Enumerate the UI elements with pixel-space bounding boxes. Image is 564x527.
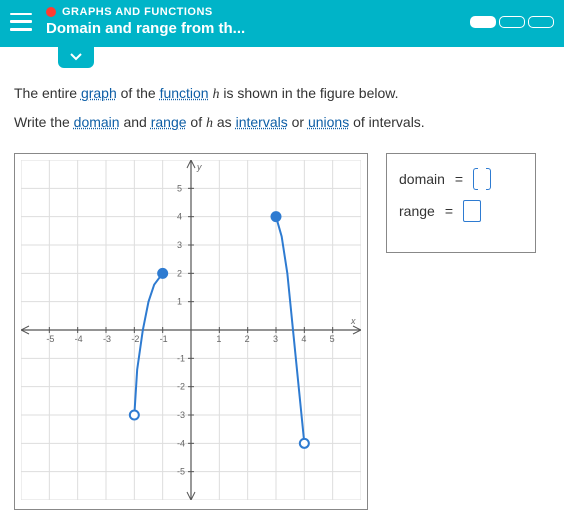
svg-text:5: 5 (177, 184, 182, 194)
svg-text:3: 3 (273, 334, 278, 344)
domain-input[interactable] (473, 168, 491, 190)
page-title: Domain and range from th... (46, 20, 245, 37)
header: GRAPHS AND FUNCTIONS Domain and range fr… (0, 0, 564, 47)
link-intervals[interactable]: intervals (236, 114, 288, 130)
svg-text:-3: -3 (177, 410, 185, 420)
chevron-down-icon (70, 53, 82, 61)
svg-text:-4: -4 (177, 439, 185, 449)
header-titles: GRAPHS AND FUNCTIONS Domain and range fr… (46, 6, 245, 37)
red-dot-icon (46, 7, 56, 17)
progress-pill (499, 16, 525, 28)
link-graph[interactable]: graph (81, 85, 117, 101)
domain-label: domain (399, 171, 445, 187)
svg-text:5: 5 (330, 334, 335, 344)
svg-text:y: y (196, 162, 202, 172)
content: The entire graph of the function h is sh… (0, 68, 564, 510)
svg-text:-2: -2 (177, 382, 185, 392)
text: The entire (14, 85, 81, 101)
range-label: range (399, 203, 435, 219)
svg-text:2: 2 (245, 334, 250, 344)
prompt-text: The entire graph of the function h is sh… (14, 80, 550, 137)
svg-text:-3: -3 (103, 334, 111, 344)
text: is shown in the figure below. (220, 85, 399, 101)
svg-text:1: 1 (216, 334, 221, 344)
link-domain[interactable]: domain (74, 114, 120, 130)
svg-text:-1: -1 (177, 354, 185, 364)
range-input[interactable] (463, 200, 481, 222)
equals-sign: = (445, 203, 453, 219)
graph-container: -5 -4 -3 -2 -1 1 2 3 4 5 -5 -4 -3 -2 -1 1 2 3 4 5 x y (14, 153, 368, 510)
svg-text:4: 4 (177, 212, 182, 222)
svg-text:2: 2 (177, 269, 182, 279)
function-name: h (206, 116, 213, 131)
text: and (120, 114, 151, 130)
svg-text:-5: -5 (46, 334, 54, 344)
svg-text:-2: -2 (131, 334, 139, 344)
progress-pill (470, 16, 496, 28)
text: or (288, 114, 308, 130)
answer-box: domain = range = (386, 153, 536, 253)
function-name: h (213, 87, 220, 102)
link-function[interactable]: function (160, 85, 209, 101)
link-unions[interactable]: unions (308, 114, 349, 130)
text: of (187, 114, 206, 130)
progress-pill (528, 16, 554, 28)
svg-text:x: x (350, 316, 356, 326)
main-row: -5 -4 -3 -2 -1 1 2 3 4 5 -5 -4 -3 -2 -1 1 2 3 4 5 x y domain … (14, 153, 550, 510)
link-range[interactable]: range (151, 114, 187, 130)
svg-text:-4: -4 (75, 334, 83, 344)
equals-sign: = (455, 171, 463, 187)
text: as (213, 114, 236, 130)
category-text: GRAPHS AND FUNCTIONS (62, 6, 213, 18)
svg-text:-1: -1 (160, 334, 168, 344)
text: of intervals. (349, 114, 424, 130)
svg-text:-5: -5 (177, 467, 185, 477)
domain-row: domain = (399, 168, 523, 190)
text: of the (117, 85, 160, 101)
svg-text:3: 3 (177, 240, 182, 250)
svg-text:1: 1 (177, 297, 182, 307)
menu-icon[interactable] (10, 13, 32, 31)
range-row: range = (399, 200, 523, 222)
svg-text:4: 4 (301, 334, 306, 344)
text: Write the (14, 114, 74, 130)
category-label: GRAPHS AND FUNCTIONS (46, 6, 245, 18)
progress-pills (470, 16, 554, 28)
dropdown-tab[interactable] (58, 46, 94, 68)
graph-plot: -5 -4 -3 -2 -1 1 2 3 4 5 -5 -4 -3 -2 -1 1 2 3 4 5 x y (21, 160, 361, 500)
